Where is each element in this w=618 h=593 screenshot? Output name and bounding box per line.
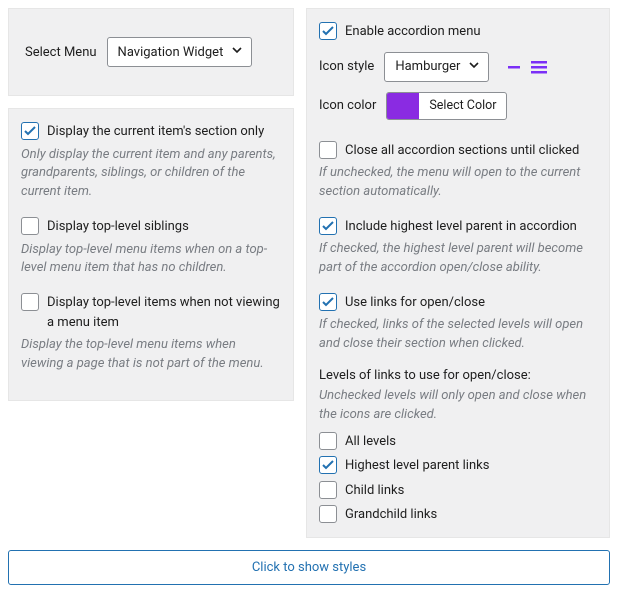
display-top-siblings-help: Display top-level menu items when on a t…	[21, 241, 281, 279]
level-grandchild-label[interactable]: Grandchild links	[345, 504, 437, 525]
enable-accordion-checkbox[interactable]	[319, 22, 337, 40]
level-grandchild-checkbox[interactable]	[319, 505, 337, 523]
level-all-checkbox[interactable]	[319, 432, 337, 450]
use-links-help: If checked, links of the selected levels…	[319, 316, 597, 354]
icon-style-label: Icon style	[319, 59, 374, 74]
levels-title: Levels of links to use for open/close:	[319, 368, 597, 383]
level-highest-checkbox[interactable]	[319, 456, 337, 474]
display-top-siblings-label[interactable]: Display top-level siblings	[47, 216, 189, 237]
level-child-label[interactable]: Child links	[345, 480, 404, 501]
icon-style-preview	[507, 60, 547, 74]
close-all-checkbox[interactable]	[319, 141, 337, 159]
enable-accordion-label[interactable]: Enable accordion menu	[345, 21, 481, 42]
minus-icon	[507, 60, 521, 74]
select-menu-dropdown[interactable]: Navigation Widget	[107, 37, 253, 67]
close-all-label[interactable]: Close all accordion sections until click…	[345, 140, 579, 161]
include-parent-checkbox[interactable]	[319, 217, 337, 235]
include-parent-help: If checked, the highest level parent wil…	[319, 240, 597, 278]
hamburger-icon	[531, 60, 547, 74]
include-parent-label[interactable]: Include highest level parent in accordio…	[345, 216, 577, 237]
display-top-siblings-checkbox[interactable]	[21, 217, 39, 235]
chevron-down-icon	[231, 44, 243, 60]
display-top-items-label[interactable]: Display top-level items when not viewing…	[47, 292, 281, 332]
icon-style-dropdown[interactable]: Hamburger	[384, 52, 489, 82]
color-swatch	[387, 93, 419, 119]
select-menu-label: Select Menu	[25, 45, 97, 60]
level-all-label[interactable]: All levels	[345, 431, 396, 452]
icon-color-label: Icon color	[319, 98, 376, 113]
display-top-items-help: Display the top-level menu items when vi…	[21, 336, 281, 374]
show-styles-button[interactable]: Click to show styles	[8, 550, 610, 585]
use-links-label[interactable]: Use links for open/close	[345, 292, 485, 313]
display-section-only-checkbox[interactable]	[21, 122, 39, 140]
level-highest-label[interactable]: Highest level parent links	[345, 455, 489, 476]
select-color-text: Select Color	[419, 98, 506, 113]
icon-style-value: Hamburger	[395, 59, 460, 74]
accordion-options-panel: Enable accordion menu Icon style Hamburg…	[306, 8, 610, 538]
chevron-down-icon	[468, 59, 480, 75]
display-section-only-help: Only display the current item and any pa…	[21, 146, 281, 203]
levels-help: Unchecked levels will only open and clos…	[319, 387, 597, 425]
use-links-checkbox[interactable]	[319, 293, 337, 311]
select-menu-value: Navigation Widget	[118, 45, 224, 60]
display-section-only-label[interactable]: Display the current item's section only	[47, 121, 264, 142]
display-top-items-checkbox[interactable]	[21, 293, 39, 311]
level-child-checkbox[interactable]	[319, 481, 337, 499]
display-options-panel: Display the current item's section only …	[8, 108, 294, 401]
close-all-help: If unchecked, the menu will open to the …	[319, 164, 597, 202]
select-color-button[interactable]: Select Color	[386, 92, 507, 120]
